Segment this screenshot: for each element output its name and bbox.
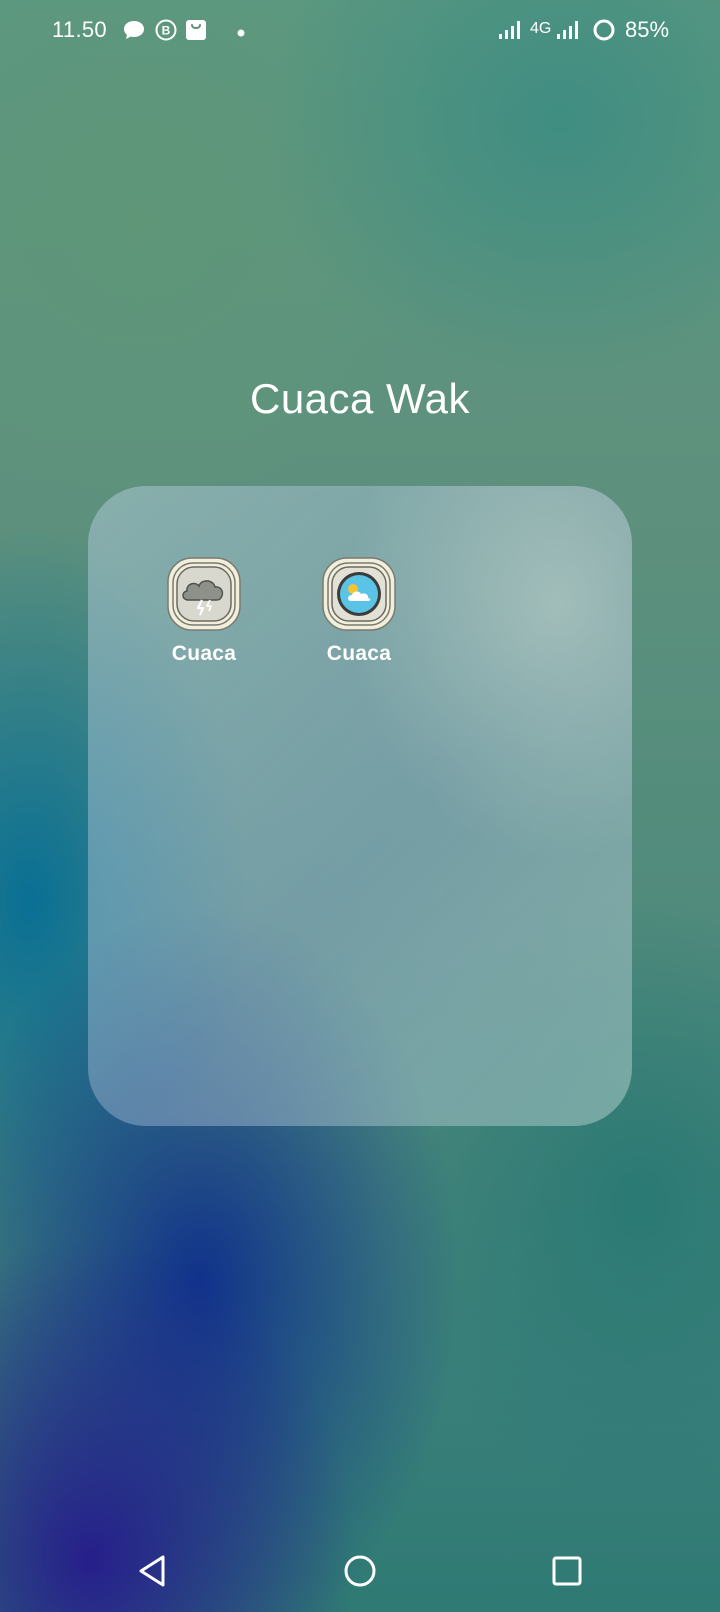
recents-square-icon[interactable] bbox=[537, 1540, 597, 1600]
signal-strength-icon bbox=[498, 20, 522, 45]
network-type-label: 4G bbox=[530, 20, 552, 37]
svg-text:B: B bbox=[162, 24, 171, 38]
status-bar: 11.50 B 4G 85% bbox=[0, 0, 720, 62]
app-cuaca-sun[interactable]: Cuaca bbox=[294, 556, 424, 666]
chat-bubble-icon bbox=[122, 18, 146, 47]
status-time: 11.50 bbox=[52, 17, 107, 42]
signal-strength-2-icon bbox=[556, 20, 580, 45]
app-label: Cuaca bbox=[326, 642, 392, 665]
b-circle-icon: B bbox=[154, 18, 178, 47]
back-triangle-icon[interactable] bbox=[124, 1540, 184, 1600]
battery-percent: 85% bbox=[625, 17, 670, 42]
sun-cloud-icon bbox=[321, 556, 397, 632]
folder-title[interactable]: Cuaca Wak bbox=[0, 375, 720, 423]
navigation-bar bbox=[0, 1540, 720, 1612]
app-label: Cuaca bbox=[171, 642, 237, 665]
shopping-bag-icon bbox=[184, 18, 208, 47]
battery-ring-icon bbox=[592, 18, 616, 47]
dot-icon bbox=[236, 25, 246, 43]
storm-cloud-icon bbox=[166, 556, 242, 632]
home-circle-icon[interactable] bbox=[330, 1540, 390, 1600]
app-cuaca-storm[interactable]: Cuaca bbox=[139, 556, 269, 666]
